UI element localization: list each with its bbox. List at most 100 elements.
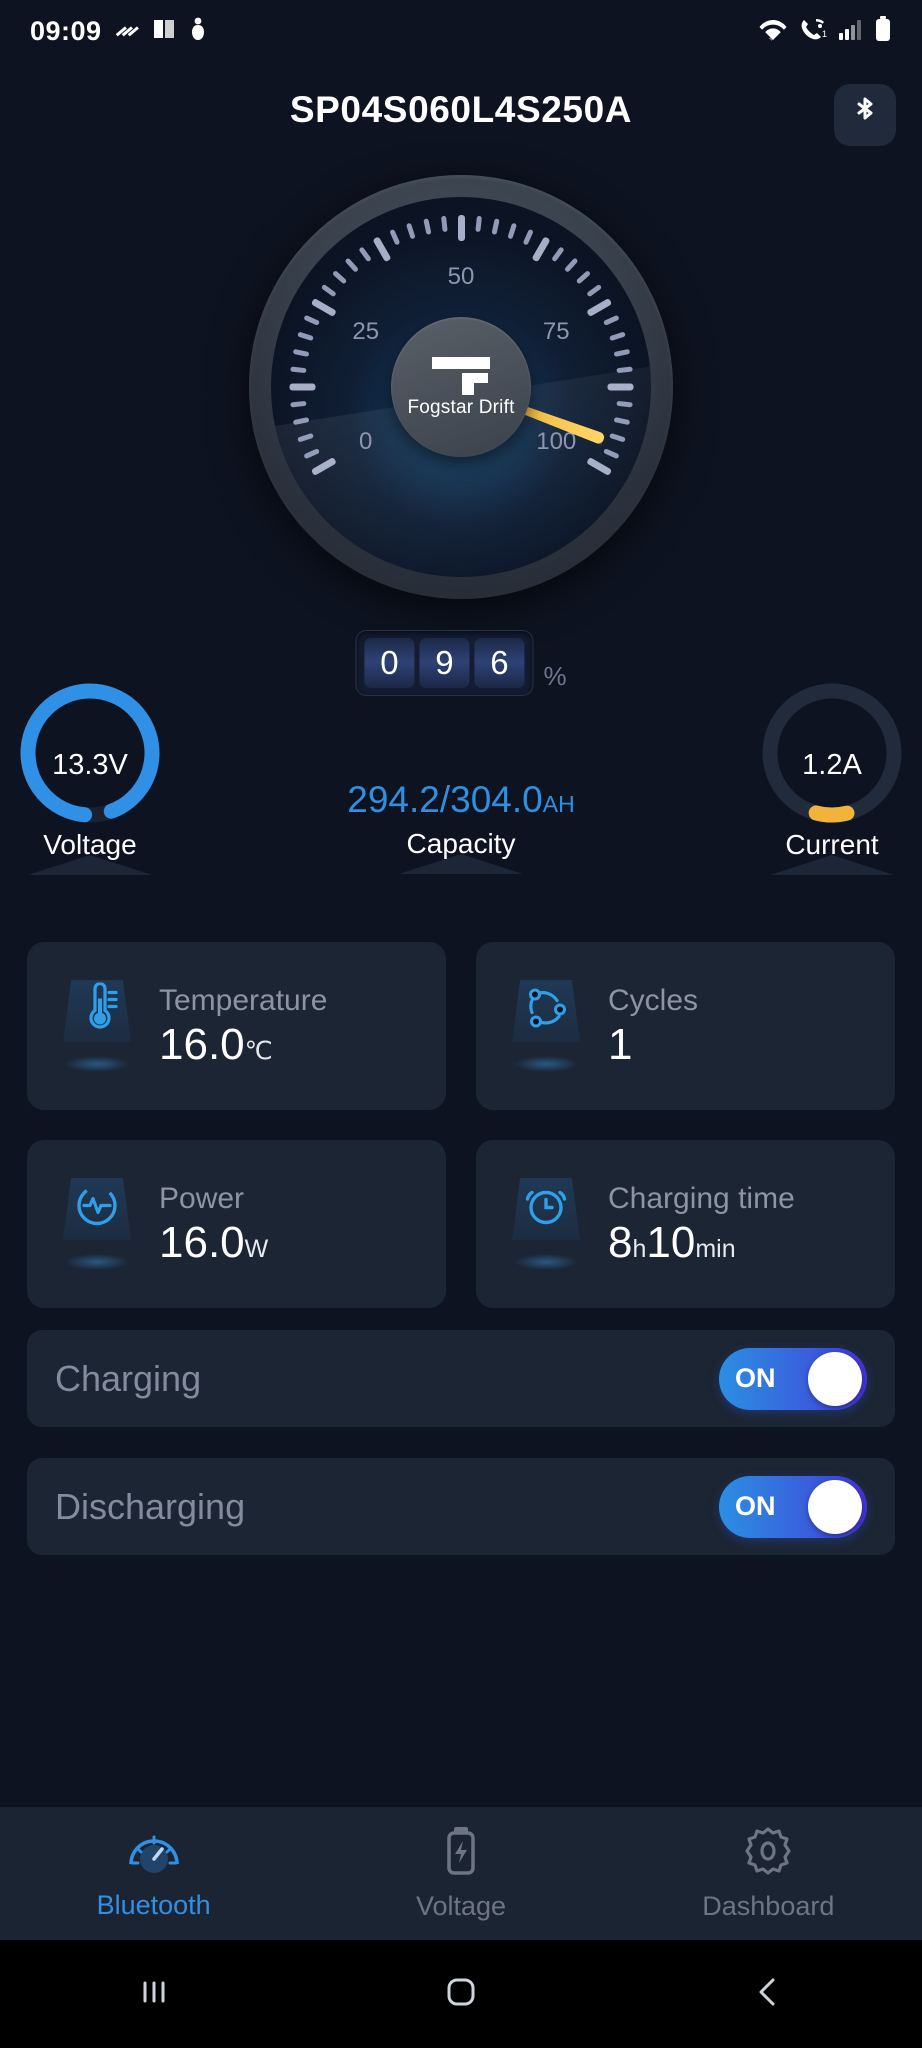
soc-digit-1: 9	[419, 638, 470, 688]
temperature-value: 16.0℃	[159, 1019, 327, 1069]
current-underline	[770, 855, 894, 875]
recents-icon	[137, 1977, 171, 2012]
temperature-number: 16.0	[159, 1019, 245, 1069]
voltage-metric: 13.3V Voltage	[0, 683, 180, 875]
person-icon	[188, 17, 208, 46]
charging-minutes: 10	[646, 1217, 696, 1267]
bluetooth-button[interactable]	[834, 84, 896, 146]
charging-toggle[interactable]: ON	[719, 1347, 867, 1410]
charging-time-text: Charging time 8h10min	[608, 1182, 795, 1266]
cycles-value: 1	[608, 1019, 633, 1069]
gauge-tick-label-75: 75	[542, 318, 570, 345]
gauge-tick-label-50: 50	[447, 263, 475, 290]
current-metric: 1.2A Current	[742, 683, 922, 875]
capacity-number: 294.2/304.0	[347, 779, 543, 820]
capacity-underline	[399, 854, 523, 874]
power-unit: W	[244, 1234, 269, 1263]
nav-label-voltage: Voltage	[415, 1891, 507, 1921]
capacity-unit: AH	[542, 791, 575, 817]
nav-label-bluetooth: Bluetooth	[96, 1890, 211, 1920]
metric-cards: Temperature 16.0℃ Cycles 1 Power 16.0W C…	[27, 942, 895, 1308]
title-bar: SP04S060L4S250A	[0, 62, 922, 158]
card-cycles[interactable]: Cycles 1	[476, 942, 895, 1110]
back-icon	[753, 1975, 783, 2014]
cycles-icon-holder	[498, 974, 594, 1078]
power-number: 16.0	[159, 1217, 245, 1267]
charging-hours: 8	[608, 1217, 633, 1267]
power-pulse-icon	[72, 1181, 122, 1236]
status-bar: 09:09 1	[0, 0, 922, 62]
power-label: Power	[159, 1181, 245, 1215]
fogstar-logo-icon	[430, 355, 492, 395]
charging-time-value: 8h10min	[608, 1217, 795, 1267]
gauge-tick-label-0: 0	[359, 428, 373, 455]
discharging-toggle[interactable]: ON	[719, 1475, 867, 1538]
brand-label: Fogstar Drift	[407, 397, 515, 418]
current-value: 1.2A	[802, 749, 862, 781]
row-discharging[interactable]: Discharging ON	[27, 1458, 895, 1555]
temperature-text: Temperature 16.0℃	[159, 984, 327, 1068]
soc-digit-0: 0	[364, 638, 415, 688]
page-title: SP04S060L4S250A	[289, 89, 633, 130]
battery-icon	[874, 15, 892, 47]
cycles-icon	[521, 983, 571, 1038]
gauge-tick-label-25: 25	[352, 318, 380, 345]
vibrate-icon	[114, 18, 140, 45]
nav-label-dashboard: Dashboard	[702, 1891, 835, 1921]
call-forward-icon: 1	[798, 16, 828, 47]
power-value: 16.0W	[159, 1217, 269, 1267]
app-root: 09:09 1 SP04S060L4S250A 0 25 50 75 100 F…	[0, 0, 922, 2048]
charging-toggle-knob	[808, 1351, 862, 1406]
voltage-value: 13.3V	[52, 749, 128, 781]
charging-time-icon-holder	[498, 1172, 594, 1276]
discharging-label: Discharging	[55, 1485, 246, 1527]
capacity-value: 294.2/304.0AH	[251, 779, 671, 821]
soc-digit-2: 6	[474, 638, 525, 688]
voltage-underline	[28, 855, 152, 875]
card-temperature[interactable]: Temperature 16.0℃	[27, 942, 446, 1110]
cycles-text: Cycles 1	[608, 984, 698, 1068]
discharging-toggle-state: ON	[735, 1491, 776, 1521]
status-time: 09:09	[30, 15, 102, 46]
charging-time-label: Charging time	[608, 1181, 795, 1215]
thermometer-icon	[75, 981, 119, 1038]
charging-minutes-unit: min	[695, 1234, 736, 1263]
power-icon-holder	[49, 1172, 145, 1276]
row-charging[interactable]: Charging ON	[27, 1330, 895, 1427]
soc-gauge: 0 25 50 75 100 Fogstar Drift	[249, 175, 673, 599]
discharging-toggle-knob	[808, 1479, 862, 1534]
gear-icon	[742, 1825, 794, 1882]
cycles-label: Cycles	[608, 983, 699, 1017]
charging-hours-unit: h	[632, 1234, 647, 1263]
home-button[interactable]	[401, 1975, 521, 2014]
charging-label: Charging	[55, 1357, 202, 1399]
nav-item-dashboard[interactable]: Dashboard	[615, 1825, 922, 1922]
recents-button[interactable]	[94, 1977, 214, 2012]
battery-bolt-icon	[439, 1825, 483, 1882]
wifi-icon	[758, 16, 788, 47]
metrics-row: 13.3V Voltage 294.2/304.0AH Capacity 1.2…	[0, 683, 922, 908]
alarm-clock-icon	[521, 1181, 571, 1236]
status-bar-right: 1	[758, 15, 892, 47]
charging-toggle-state: ON	[735, 1363, 776, 1393]
gauge-face: 0 25 50 75 100 Fogstar Drift	[271, 197, 651, 577]
temperature-label: Temperature	[159, 983, 328, 1017]
nav-item-bluetooth[interactable]: Bluetooth	[0, 1826, 307, 1921]
status-bar-left: 09:09	[30, 16, 208, 47]
bottom-navigation: Bluetooth Voltage Dashboard	[0, 1807, 922, 1940]
android-navigation-bar	[0, 1940, 922, 2048]
nav-item-voltage[interactable]: Voltage	[307, 1825, 614, 1922]
capacity-metric: 294.2/304.0AH Capacity	[251, 779, 671, 874]
card-power[interactable]: Power 16.0W	[27, 1140, 446, 1308]
gauge-icon	[126, 1826, 182, 1881]
card-charging-time[interactable]: Charging time 8h10min	[476, 1140, 895, 1308]
temperature-unit: ℃	[244, 1036, 273, 1065]
power-text: Power 16.0W	[159, 1182, 268, 1266]
home-icon	[444, 1975, 478, 2014]
signal-icon	[838, 17, 864, 46]
temperature-icon-holder	[49, 974, 145, 1078]
back-button[interactable]	[708, 1975, 828, 2014]
toggle-section: Charging ON Discharging ON	[27, 1330, 895, 1586]
screenshot-icon	[152, 17, 176, 46]
svg-text:1: 1	[822, 29, 827, 39]
